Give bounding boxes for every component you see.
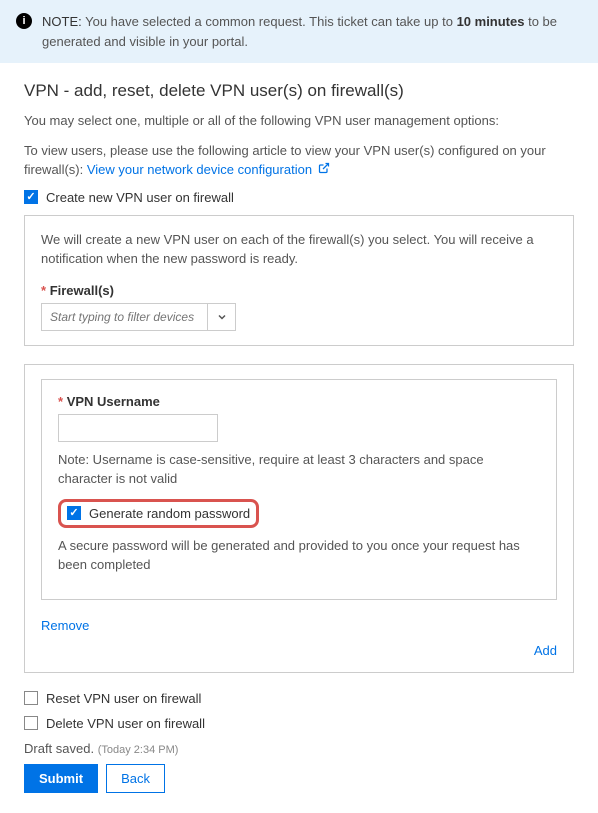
note-bold: 10 minutes bbox=[457, 14, 525, 29]
note-text-before: You have selected a common request. This… bbox=[82, 14, 457, 29]
generate-password-hint: A secure password will be generated and … bbox=[58, 536, 540, 575]
reset-user-option[interactable]: Reset VPN user on firewall bbox=[24, 691, 574, 706]
note-label: NOTE: bbox=[42, 14, 82, 29]
chevron-down-icon[interactable] bbox=[207, 304, 235, 330]
username-label-text: VPN Username bbox=[67, 394, 160, 409]
username-hint: Note: Username is case-sensitive, requir… bbox=[58, 450, 540, 489]
page-title: VPN - add, reset, delete VPN user(s) on … bbox=[24, 81, 574, 101]
delete-user-option[interactable]: Delete VPN user on firewall bbox=[24, 716, 574, 731]
info-text: NOTE: You have selected a common request… bbox=[42, 12, 582, 51]
view-config-link[interactable]: View your network device configuration bbox=[87, 162, 331, 177]
generate-password-checkbox[interactable] bbox=[67, 506, 81, 520]
back-button[interactable]: Back bbox=[106, 764, 165, 793]
required-marker: * bbox=[41, 283, 46, 298]
reset-user-label: Reset VPN user on firewall bbox=[46, 691, 201, 706]
draft-time: (Today 2:34 PM) bbox=[98, 744, 179, 756]
firewalls-combobox[interactable] bbox=[41, 303, 236, 331]
username-input[interactable] bbox=[58, 414, 218, 442]
draft-status: Draft saved. (Today 2:34 PM) bbox=[24, 741, 574, 756]
button-row: Submit Back bbox=[24, 764, 574, 793]
intro-text-2: To view users, please use the following … bbox=[24, 141, 574, 180]
firewalls-label-text: Firewall(s) bbox=[50, 283, 114, 298]
firewalls-input[interactable] bbox=[42, 304, 207, 330]
info-banner: i NOTE: You have selected a common reque… bbox=[0, 0, 598, 63]
remove-user-link[interactable]: Remove bbox=[41, 618, 89, 633]
create-user-checkbox[interactable] bbox=[24, 190, 38, 204]
create-user-label: Create new VPN user on firewall bbox=[46, 190, 234, 205]
external-link-icon bbox=[315, 163, 330, 177]
create-user-panel: We will create a new VPN user on each of… bbox=[24, 215, 574, 346]
create-panel-desc: We will create a new VPN user on each of… bbox=[41, 230, 557, 269]
generate-password-highlight: Generate random password bbox=[58, 499, 259, 528]
draft-text: Draft saved. bbox=[24, 741, 94, 756]
info-icon: i bbox=[16, 13, 32, 29]
firewalls-label: * Firewall(s) bbox=[41, 283, 557, 298]
generate-password-label: Generate random password bbox=[89, 506, 250, 521]
add-user-link[interactable]: Add bbox=[534, 643, 557, 658]
delete-user-label: Delete VPN user on firewall bbox=[46, 716, 205, 731]
reset-user-checkbox[interactable] bbox=[24, 691, 38, 705]
vpn-user-entry: * VPN Username Note: Username is case-se… bbox=[41, 379, 557, 600]
required-marker: * bbox=[58, 394, 63, 409]
create-user-option[interactable]: Create new VPN user on firewall bbox=[24, 190, 574, 205]
view-config-link-text: View your network device configuration bbox=[87, 162, 312, 177]
vpn-users-panel: * VPN Username Note: Username is case-se… bbox=[24, 364, 574, 673]
intro-text-1: You may select one, multiple or all of t… bbox=[24, 111, 574, 131]
username-label: * VPN Username bbox=[58, 394, 540, 409]
submit-button[interactable]: Submit bbox=[24, 764, 98, 793]
delete-user-checkbox[interactable] bbox=[24, 716, 38, 730]
